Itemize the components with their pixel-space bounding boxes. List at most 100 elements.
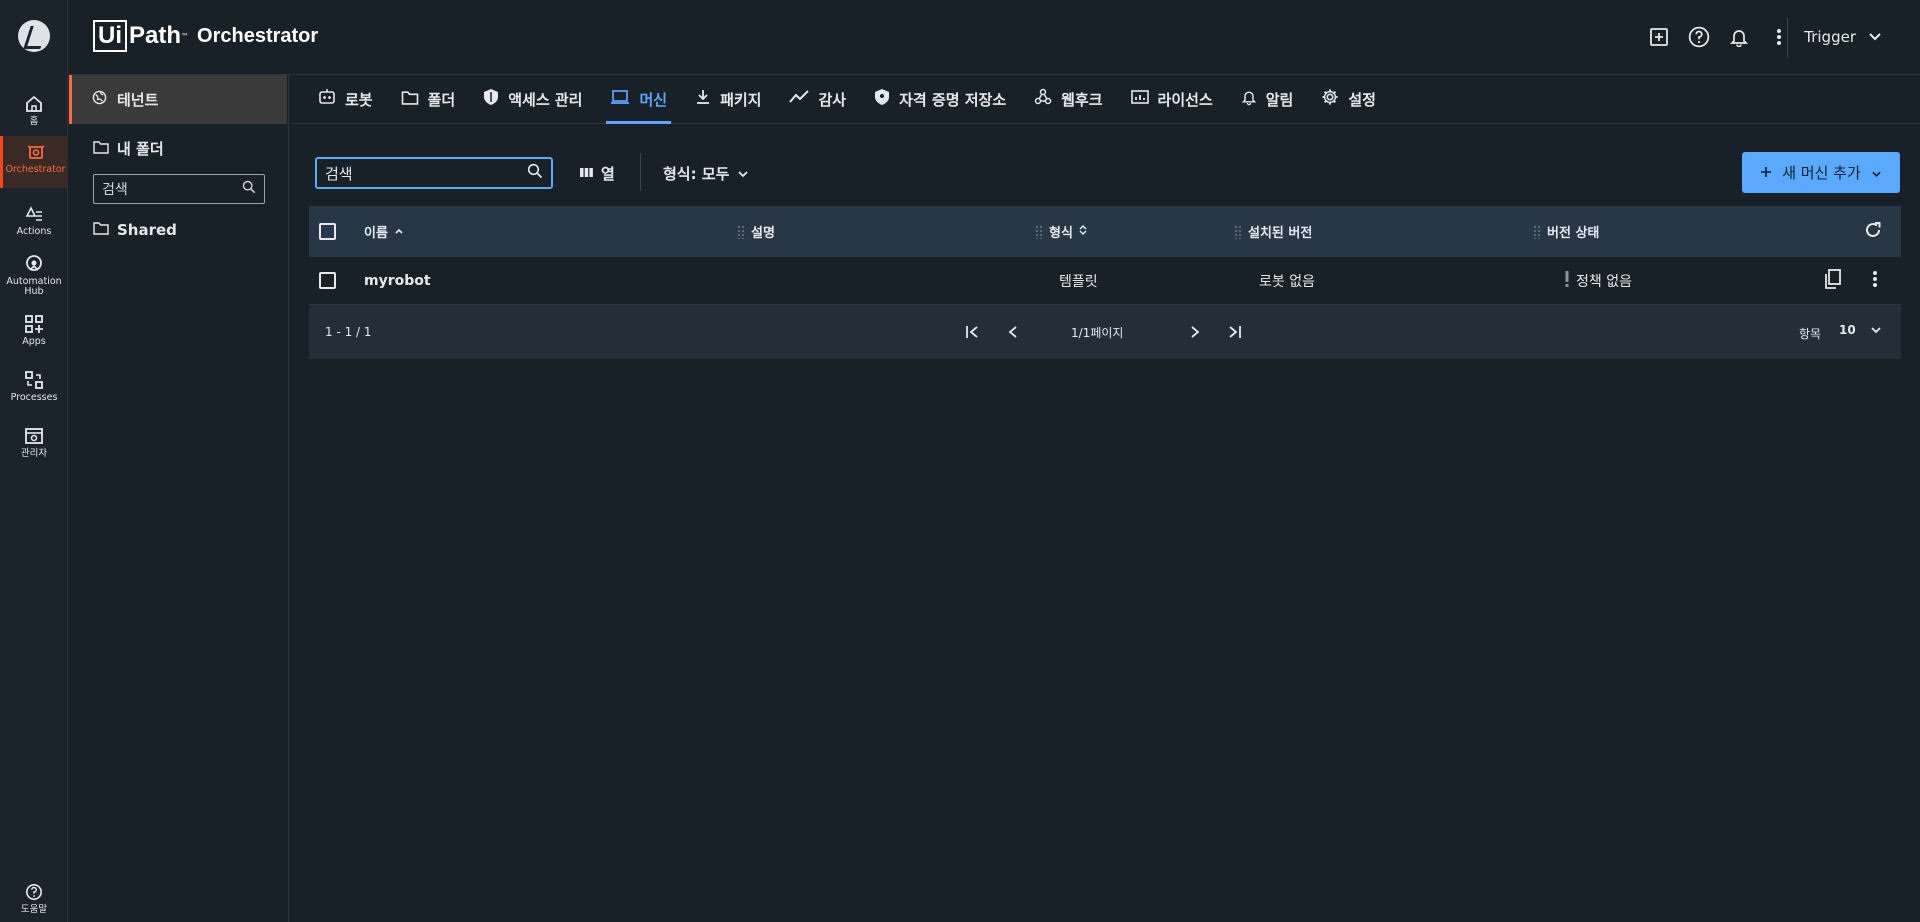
help-icon[interactable] <box>1688 26 1710 48</box>
brand-product: Orchestrator <box>197 24 319 47</box>
chevron-down-icon <box>1871 164 1882 182</box>
rail-item-orchestrator[interactable]: Orchestrator <box>0 136 68 188</box>
globe-icon <box>92 90 107 109</box>
last-page-icon[interactable] <box>1223 321 1245 343</box>
brand-path: Path <box>129 22 182 49</box>
rail-item-home[interactable]: 홈 <box>0 88 68 140</box>
column-header-label: 형식 <box>1049 226 1073 241</box>
add-box-icon[interactable] <box>1648 26 1670 48</box>
machine-type: 템플릿 <box>1059 273 1098 290</box>
tab-access-management[interactable]: 액세스 관리 <box>469 75 596 124</box>
first-page-icon[interactable] <box>962 321 984 343</box>
tenant-folder-item[interactable]: 테넌트 <box>69 75 287 124</box>
webhook-icon <box>1034 88 1052 110</box>
rail-item-help[interactable]: 도움말 <box>0 876 68 922</box>
tab-robots[interactable]: 로봇 <box>304 75 387 124</box>
machine-name-cell[interactable]: myrobot <box>364 257 431 304</box>
column-drag-handle-icon[interactable] <box>1035 224 1043 239</box>
tab-machines[interactable]: 머신 <box>596 75 681 124</box>
top-header: Ui Path ™ Orchestrator Trigger <box>69 0 1920 75</box>
tab-alerts[interactable]: 알림 <box>1227 75 1308 124</box>
row-checkbox[interactable] <box>319 272 336 289</box>
tab-label: 설정 <box>1348 90 1376 109</box>
column-drag-handle-icon[interactable] <box>1533 224 1541 239</box>
bell-icon <box>1241 88 1257 110</box>
folder-search-input[interactable]: 검색 <box>93 174 265 204</box>
bell-icon[interactable] <box>1728 26 1750 48</box>
tab-label: 패키지 <box>720 90 762 109</box>
column-header-installed-version[interactable]: 설치된 버전 <box>1234 206 1312 257</box>
download-icon <box>695 89 711 109</box>
column-drag-handle-icon[interactable] <box>1234 224 1242 239</box>
search-icon[interactable] <box>527 163 543 183</box>
apps-icon <box>24 314 44 334</box>
tab-folders[interactable]: 폴더 <box>387 75 470 124</box>
rail-item-label: Actions <box>16 226 52 237</box>
chevron-down-icon <box>737 164 749 182</box>
column-header-label: 설치된 버전 <box>1248 226 1313 241</box>
header-actions <box>1648 26 1790 48</box>
uipath-orchestrator-logo[interactable]: Ui Path ™ Orchestrator <box>93 20 318 52</box>
columns-button[interactable]: 열 <box>580 160 615 186</box>
pagination-range: 1 - 1 / 1 <box>325 325 372 339</box>
tab-packages[interactable]: 패키지 <box>681 75 775 124</box>
brand-box: Ui <box>93 20 127 52</box>
processes-icon <box>24 370 44 390</box>
column-header-version-status[interactable]: 버전 상태 <box>1533 206 1599 257</box>
tab-licenses[interactable]: 라이선스 <box>1117 75 1227 124</box>
tab-webhooks[interactable]: 웹후크 <box>1020 75 1116 124</box>
type-filter-dropdown[interactable]: 형식: 모두 <box>663 160 749 186</box>
more-vertical-icon[interactable] <box>1872 269 1878 293</box>
uipath-logo-icon[interactable] <box>18 20 50 52</box>
next-page-icon[interactable] <box>1184 321 1206 343</box>
shared-folder-item[interactable]: Shared <box>93 221 177 239</box>
rail-item-automation-hub[interactable]: Automation Hub <box>0 248 68 304</box>
section-tabs: 로봇 폴더 액세스 관리 머신 패키지 감사 자격 증명 저장소 웹후크 라이선… <box>290 75 1920 124</box>
tab-settings[interactable]: 설정 <box>1307 75 1390 124</box>
shield-icon <box>483 88 499 110</box>
previous-page-icon[interactable] <box>1002 321 1024 343</box>
tab-credential-stores[interactable]: 자격 증명 저장소 <box>860 75 1020 124</box>
tenant-selector-label: Trigger <box>1804 28 1856 46</box>
rail-item-label: 홈 <box>29 116 39 127</box>
installed-version: 로봇 없음 <box>1259 273 1315 290</box>
machines-table: 이름 설명 형식 설치된 버전 버전 상태 myrobot 템플릿 로봇 없음 … <box>309 206 1901 359</box>
folder-icon <box>93 221 109 239</box>
table-row[interactable]: myrobot 템플릿 로봇 없음 정책 없음 <box>309 257 1901 305</box>
add-machine-button[interactable]: 새 머신 추가 <box>1742 152 1900 193</box>
machine-search-placeholder: 검색 <box>325 164 353 183</box>
rail-item-admin[interactable]: 관리자 <box>0 420 68 472</box>
rail-item-processes[interactable]: Processes <box>0 364 68 416</box>
copy-icon[interactable] <box>1824 268 1842 293</box>
rail-item-label: 관리자 <box>20 448 48 459</box>
chevron-down-icon <box>1870 323 1882 337</box>
sort-ascending-icon <box>394 224 404 239</box>
column-header-name[interactable]: 이름 <box>364 206 404 257</box>
items-per-page-label: 항목 <box>1799 327 1822 341</box>
items-per-page-select[interactable]: 10 <box>1839 323 1882 337</box>
automation-hub-icon <box>24 254 44 274</box>
search-icon <box>242 180 256 198</box>
rail-item-label: Automation Hub <box>6 276 62 297</box>
actions-icon <box>24 204 44 224</box>
refresh-icon[interactable] <box>1864 221 1882 243</box>
items-per-page-value: 10 <box>1839 323 1856 337</box>
tenant-selector[interactable]: Trigger <box>1804 28 1882 46</box>
tab-label: 머신 <box>639 90 668 109</box>
chevron-down-icon <box>1868 28 1882 46</box>
my-folder-item[interactable]: 내 폴더 <box>93 138 164 159</box>
tab-audit[interactable]: 감사 <box>775 75 860 124</box>
refresh-cell <box>1864 206 1882 257</box>
column-header-description[interactable]: 설명 <box>737 206 775 257</box>
version-status-cell: 정책 없음 <box>1564 257 1632 304</box>
tab-label: 자격 증명 저장소 <box>899 90 1007 109</box>
column-header-type[interactable]: 형식 <box>1035 206 1087 257</box>
tab-label: 감사 <box>818 90 847 109</box>
app: 홈 Orchestrator Actions Automation Hub Ap <box>0 0 1920 922</box>
machine-search-input[interactable]: 검색 <box>315 157 553 189</box>
rail-item-actions[interactable]: Actions <box>0 198 68 250</box>
column-header-label: 설명 <box>751 226 775 241</box>
column-drag-handle-icon[interactable] <box>737 224 745 239</box>
select-all-checkbox[interactable] <box>319 223 336 240</box>
rail-item-apps[interactable]: Apps <box>0 308 68 360</box>
